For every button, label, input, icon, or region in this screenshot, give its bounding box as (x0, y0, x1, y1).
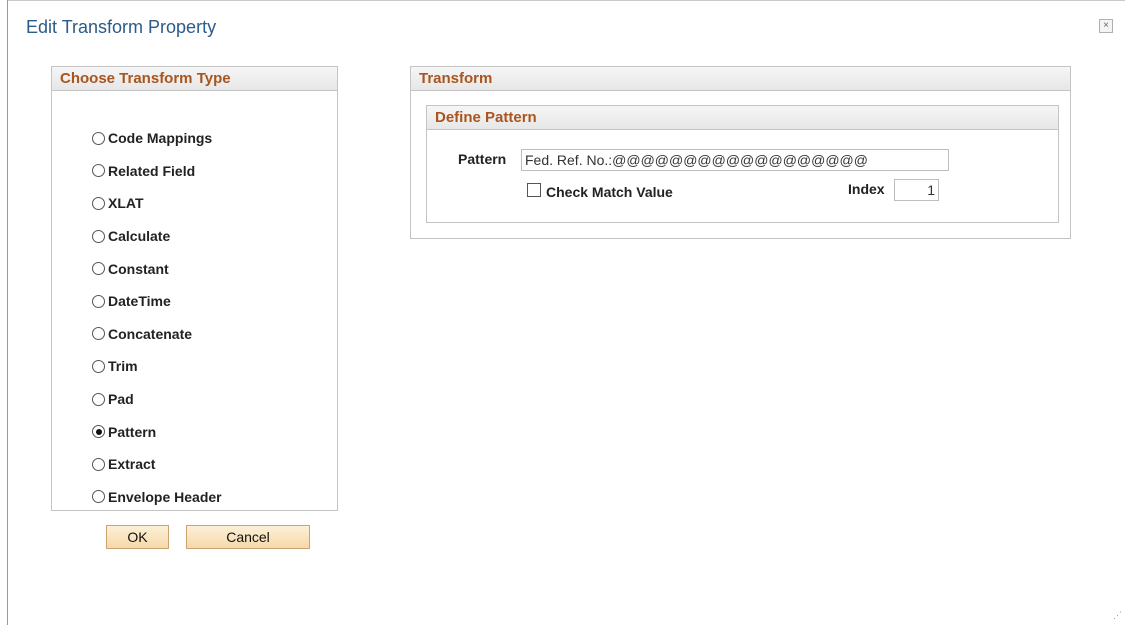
transform-type-label: Code Mappings (108, 130, 213, 147)
dialog-title: Edit Transform Property (26, 17, 217, 37)
radio-button-icon[interactable] (92, 327, 105, 341)
radio-button-icon[interactable] (92, 131, 105, 145)
cancel-button[interactable]: Cancel (186, 525, 310, 549)
radio-button-icon[interactable] (92, 262, 105, 276)
edit-transform-dialog: Edit Transform Property × Choose Transfo… (7, 0, 1125, 625)
radio-button-icon[interactable] (92, 229, 105, 243)
transform-type-label: Calculate (108, 228, 171, 245)
transform-type-label: Envelope Header (108, 488, 222, 505)
radio-button-icon[interactable] (92, 196, 105, 210)
transform-type-label: DateTime (108, 293, 171, 310)
check-match-value-checkbox[interactable] (527, 183, 541, 197)
transform-type-label: Trim (108, 358, 138, 375)
define-pattern-header: Define Pattern (427, 106, 1058, 130)
pattern-input[interactable]: Fed. Ref. No.:@@@@@@@@@@@@@@@@@@ (521, 149, 949, 171)
ok-button[interactable]: OK (106, 525, 169, 549)
transform-type-label: Pad (108, 391, 134, 408)
check-match-value-label: Check Match Value (546, 184, 673, 200)
radio-button-icon[interactable] (92, 425, 105, 439)
transform-type-option[interactable]: Related Field (92, 155, 222, 188)
transform-type-label: XLAT (108, 195, 144, 212)
transform-type-label: Pattern (108, 423, 157, 440)
define-pattern-group: Define Pattern Pattern Fed. Ref. No.:@@@… (426, 105, 1059, 223)
transform-type-label: Concatenate (108, 325, 193, 342)
transform-type-label: Constant (108, 260, 169, 277)
resize-grip-icon[interactable]: ⋰ (1113, 611, 1122, 620)
choose-transform-type-header: Choose Transform Type (52, 67, 337, 91)
transform-type-option[interactable]: Extract (92, 448, 222, 481)
transform-type-option[interactable]: Pattern (92, 415, 222, 448)
transform-type-radio-list: Code Mappings Related Field XLAT Calculate C… (92, 122, 222, 513)
transform-type-label: Extract (108, 456, 156, 473)
index-input[interactable]: 1 (894, 179, 939, 201)
close-icon[interactable]: × (1099, 19, 1113, 33)
transform-type-label: Related Field (108, 162, 196, 179)
radio-button-icon[interactable] (92, 164, 105, 178)
transform-group: Transform Define Pattern Pattern Fed. Re… (410, 66, 1071, 239)
radio-button-icon[interactable] (92, 359, 105, 373)
transform-type-option[interactable]: Constant (92, 252, 222, 285)
radio-button-icon[interactable] (92, 490, 105, 504)
transform-type-option[interactable]: Calculate (92, 220, 222, 253)
transform-type-option[interactable]: DateTime (92, 285, 222, 318)
transform-type-option[interactable]: Pad (92, 383, 222, 416)
radio-button-icon[interactable] (92, 457, 105, 471)
transform-type-option[interactable]: Code Mappings (92, 122, 222, 155)
transform-type-option[interactable]: Envelope Header (92, 481, 222, 514)
transform-type-option[interactable]: Concatenate (92, 318, 222, 351)
transform-type-option[interactable]: XLAT (92, 187, 222, 220)
dialog-title-bar[interactable]: Edit Transform Property × (8, 0, 1125, 53)
pattern-label: Pattern (458, 151, 507, 167)
transform-type-option[interactable]: Trim (92, 350, 222, 383)
choose-transform-type-group: Choose Transform Type Code Mappings Relat… (51, 66, 338, 511)
index-label: Index (848, 181, 885, 197)
radio-button-icon[interactable] (92, 294, 105, 308)
transform-header: Transform (411, 67, 1070, 91)
radio-button-icon[interactable] (92, 392, 105, 406)
